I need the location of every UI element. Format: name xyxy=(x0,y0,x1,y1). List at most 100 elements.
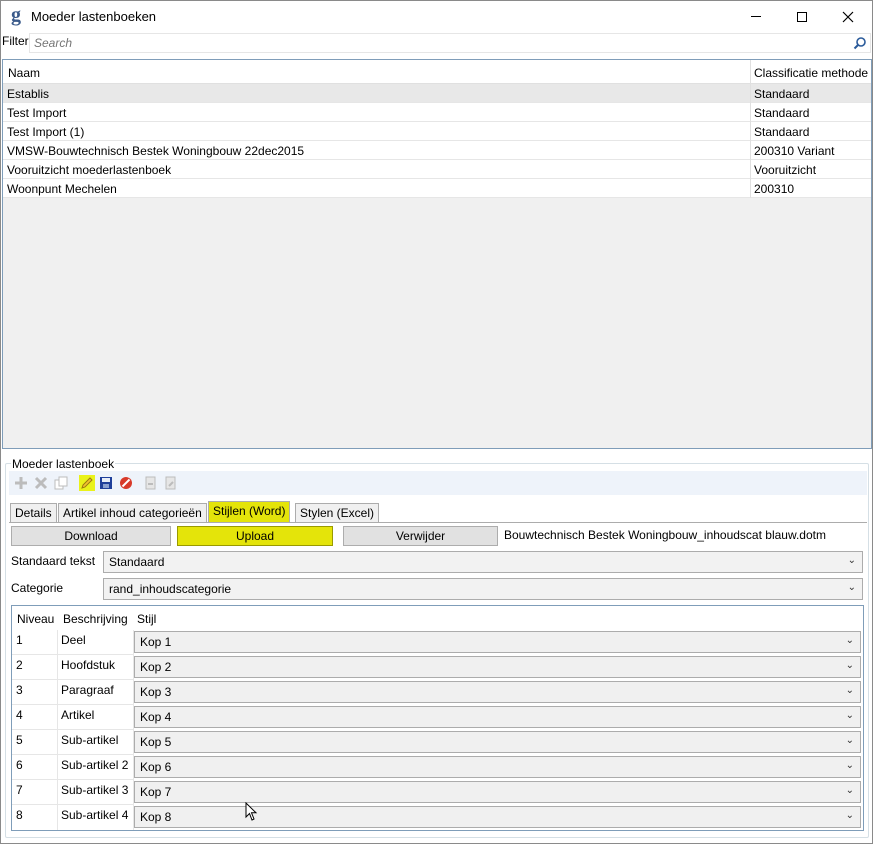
categorie-select[interactable]: rand_inhoudscategorie ⌄ xyxy=(103,578,863,600)
group-title: Moeder lastenboek xyxy=(11,457,116,471)
table-row[interactable]: VMSW-Bouwtechnisch Bestek Woningbouw 22d… xyxy=(3,141,871,160)
app-logo-icon: g xyxy=(11,4,21,26)
column-header-naam[interactable]: Naam xyxy=(8,66,40,80)
export-icon xyxy=(165,476,176,490)
level-number: 8 xyxy=(16,808,23,822)
level-description: Sub-artikel 4 xyxy=(61,808,129,822)
save-button[interactable] xyxy=(98,475,114,491)
edit-button[interactable] xyxy=(79,475,95,491)
level-style-select[interactable]: Kop 1 ⌄ xyxy=(134,631,861,653)
table-row[interactable]: Test Import Standaard xyxy=(3,103,871,122)
level-style-value: Kop 3 xyxy=(140,685,172,699)
levels-table: Niveau Beschrijving Stijl 1 Deel Kop 1 ⌄ … xyxy=(11,605,864,831)
level-style-value: Kop 1 xyxy=(140,635,172,649)
column-header-classificatie[interactable]: Classificatie methode xyxy=(754,66,868,80)
level-style-select[interactable]: Kop 7 ⌄ xyxy=(134,781,861,803)
copy-button[interactable] xyxy=(53,475,69,491)
template-filename: Bouwtechnisch Bestek Woningbouw_inhoudsc… xyxy=(504,528,826,542)
mouse-pointer-icon xyxy=(245,802,258,821)
window-title: Moeder lastenboeken xyxy=(31,9,157,24)
cell-methode: Standaard xyxy=(754,87,810,101)
import-button[interactable] xyxy=(143,475,159,491)
level-style-select[interactable]: Kop 4 ⌄ xyxy=(134,706,861,728)
chevron-down-icon: ⌄ xyxy=(845,810,854,821)
level-number: 4 xyxy=(16,708,23,722)
cell-naam: VMSW-Bouwtechnisch Bestek Woningbouw 22d… xyxy=(7,144,305,158)
level-description: Deel xyxy=(61,633,86,647)
categorie-value: rand_inhoudscategorie xyxy=(109,582,232,596)
level-style-value: Kop 4 xyxy=(140,710,172,724)
add-button[interactable] xyxy=(13,475,29,491)
import-icon xyxy=(145,476,156,490)
levels-header: Niveau Beschrijving Stijl xyxy=(12,606,863,630)
minimize-button[interactable] xyxy=(733,1,779,32)
chevron-down-icon: ⌄ xyxy=(847,555,856,566)
toolbar xyxy=(9,471,867,495)
column-header-beschrijving: Beschrijving xyxy=(63,612,128,626)
add-icon xyxy=(15,477,27,489)
minimize-icon xyxy=(751,16,761,17)
upload-button[interactable]: Upload xyxy=(177,526,333,546)
level-number: 3 xyxy=(16,683,23,697)
categorie-label: Categorie xyxy=(11,581,64,595)
close-button[interactable] xyxy=(825,1,871,32)
level-style-value: Kop 7 xyxy=(140,785,172,799)
level-description: Paragraaf xyxy=(61,683,114,697)
tab-details[interactable]: Details xyxy=(10,503,57,522)
cancel-button[interactable] xyxy=(118,475,134,491)
download-button[interactable]: Download xyxy=(11,526,171,546)
title-bar[interactable]: g Moeder lastenboeken xyxy=(1,1,872,32)
remove-button[interactable]: Verwijder xyxy=(343,526,498,546)
cell-naam: Test Import xyxy=(7,106,67,120)
table-row[interactable]: Vooruitzicht moederlastenboek Vooruitzic… xyxy=(3,160,871,179)
table-row[interactable]: Test Import (1) Standaard xyxy=(3,122,871,141)
level-style-select[interactable]: Kop 5 ⌄ xyxy=(134,731,861,753)
search-icon[interactable] xyxy=(853,36,867,50)
level-style-value: Kop 5 xyxy=(140,735,172,749)
tab-artikel-inhoud-categorieen[interactable]: Artikel inhoud categorieën xyxy=(58,503,207,522)
copy-icon xyxy=(54,476,68,490)
column-header-stijl: Stijl xyxy=(137,612,157,626)
cell-naam: Establis xyxy=(7,87,50,101)
delete-icon xyxy=(34,476,48,490)
level-number: 2 xyxy=(16,658,23,672)
level-style-value: Kop 6 xyxy=(140,760,172,774)
cell-methode: Vooruitzicht xyxy=(754,163,817,177)
level-number: 1 xyxy=(16,633,23,647)
cell-naam: Test Import (1) xyxy=(7,125,85,139)
export-button[interactable] xyxy=(163,475,179,491)
level-style-select[interactable]: Kop 3 ⌄ xyxy=(134,681,861,703)
edit-icon xyxy=(81,477,93,489)
search-input[interactable] xyxy=(29,33,871,53)
table-row[interactable]: Establis Standaard xyxy=(3,84,871,103)
chevron-down-icon: ⌄ xyxy=(845,760,854,771)
close-icon xyxy=(842,11,854,22)
standaard-tekst-select[interactable]: Standaard ⌄ xyxy=(103,551,863,573)
column-header-niveau: Niveau xyxy=(17,612,55,626)
level-row: 8 Sub-artikel 4 Kop 8 ⌄ xyxy=(12,805,863,830)
level-row: 3 Paragraaf Kop 3 ⌄ xyxy=(12,680,863,705)
cancel-icon xyxy=(120,477,132,489)
standaard-tekst-label: Standaard tekst xyxy=(11,554,96,568)
maximize-icon xyxy=(797,11,807,22)
chevron-down-icon: ⌄ xyxy=(845,660,854,671)
level-description: Hoofdstuk xyxy=(61,658,116,672)
level-style-select[interactable]: Kop 8 ⌄ xyxy=(134,806,861,828)
level-style-value: Kop 8 xyxy=(140,810,172,824)
level-style-select[interactable]: Kop 6 ⌄ xyxy=(134,756,861,778)
level-style-select[interactable]: Kop 2 ⌄ xyxy=(134,656,861,678)
maximize-button[interactable] xyxy=(779,1,825,32)
standaard-tekst-value: Standaard xyxy=(109,555,165,569)
table-row[interactable]: Woonpunt Mechelen 200310 xyxy=(3,179,871,198)
chevron-down-icon: ⌄ xyxy=(845,785,854,796)
main-window: g Moeder lastenboeken Filter Naam Classi… xyxy=(0,0,873,844)
lastenboeken-grid[interactable]: Naam Classificatie methode Establis Stan… xyxy=(2,59,872,449)
cell-methode: 200310 Variant xyxy=(754,144,835,158)
level-description: Sub-artikel xyxy=(61,733,119,747)
tab-stijlen-word[interactable]: Stijlen (Word) xyxy=(208,501,291,523)
level-row: 7 Sub-artikel 3 Kop 7 ⌄ xyxy=(12,780,863,805)
delete-button[interactable] xyxy=(33,475,49,491)
filter-label: Filter xyxy=(2,34,29,48)
tab-stylen-excel[interactable]: Stylen (Excel) xyxy=(295,503,380,522)
level-number: 5 xyxy=(16,733,23,747)
